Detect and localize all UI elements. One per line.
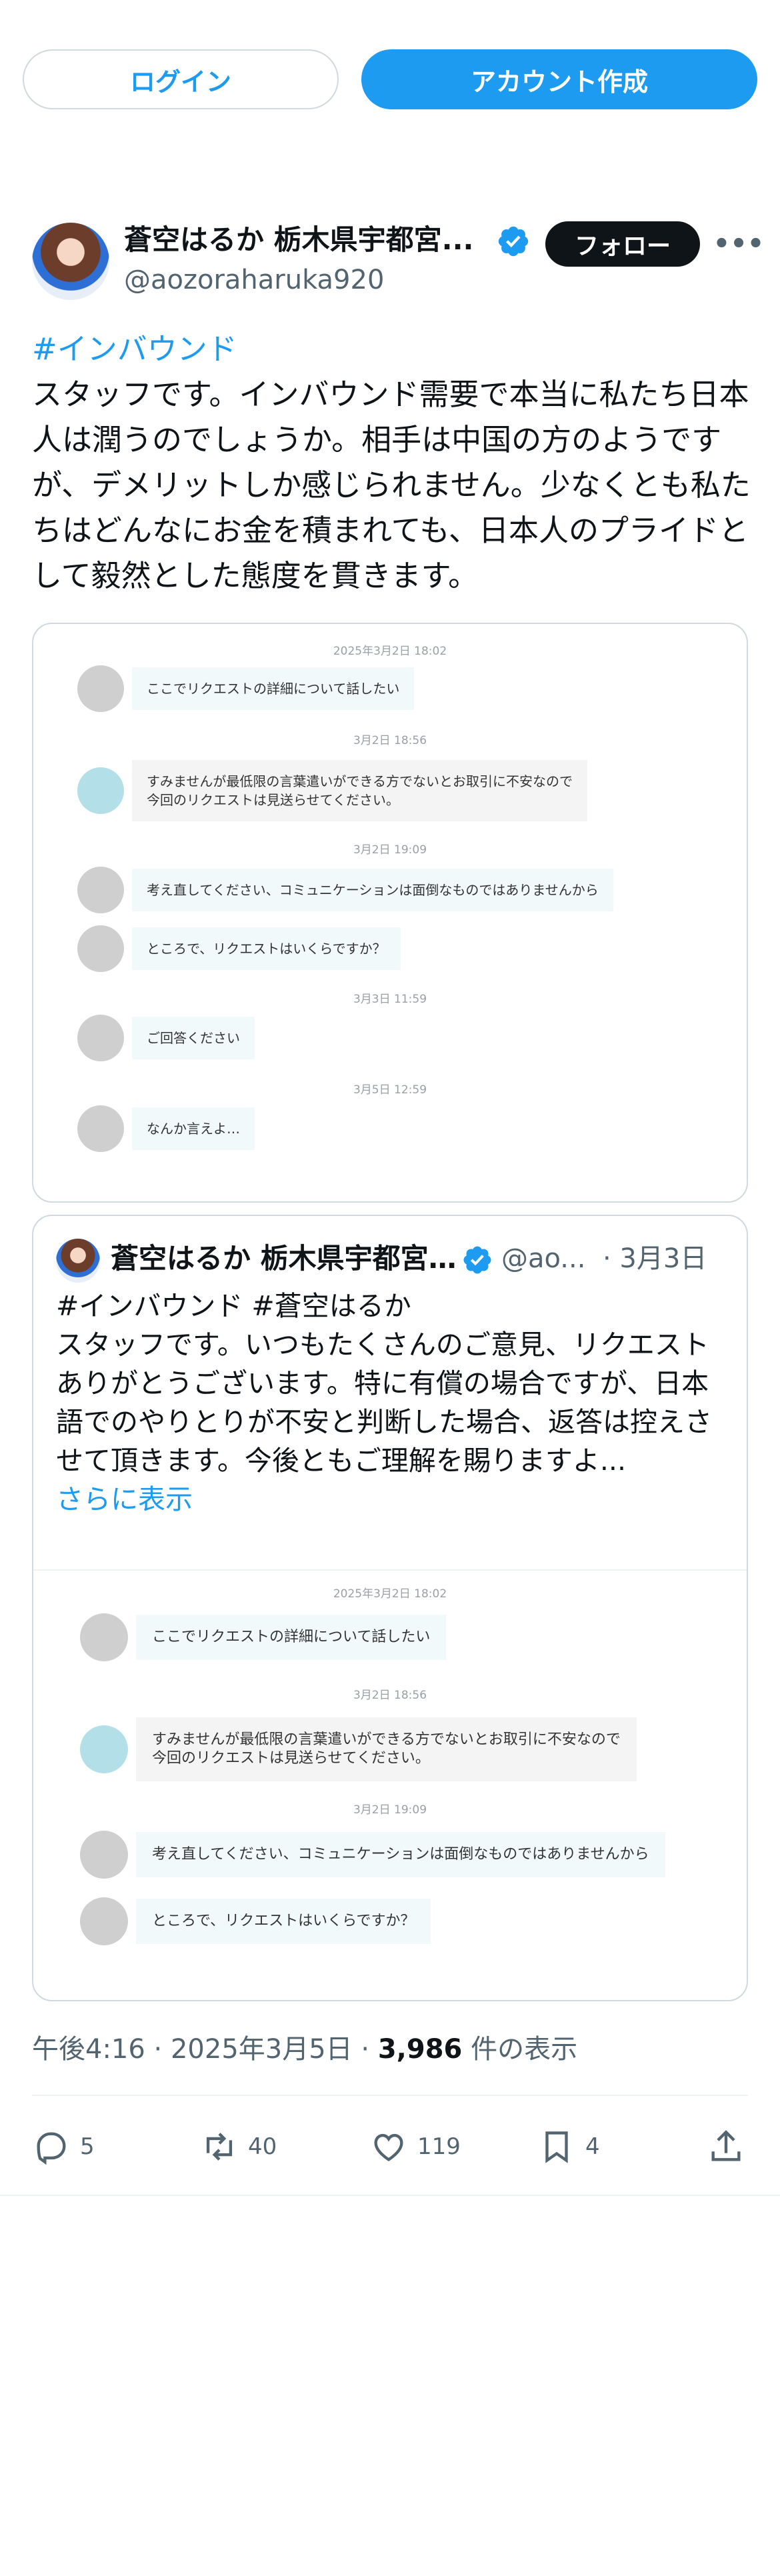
- chat-avatar: [77, 767, 124, 814]
- like-button[interactable]: 119: [369, 2120, 461, 2173]
- chat-avatar: [80, 1831, 128, 1879]
- chat-message: 考え直してください、コミュニケーションは面倒なものではありませんから: [77, 867, 613, 913]
- follow-button[interactable]: フォロー: [545, 221, 700, 267]
- chat-timestamp: 2025年3月2日 18:02: [333, 645, 447, 658]
- retweet-icon: [206, 2133, 233, 2161]
- bookmark-icon: [545, 2131, 568, 2163]
- hashtag-link[interactable]: #インバウンド: [32, 327, 752, 372]
- chat-message: ところで、リクエストはいくらですか？: [80, 1897, 431, 1945]
- chat-message: ところで、リクエストはいくらですか？: [77, 925, 401, 972]
- quote-hashtags: #インバウンド #蒼空はるか: [56, 1290, 411, 1322]
- view-label: 件の表示: [471, 2034, 578, 2065]
- chat-avatar: [77, 1015, 124, 1061]
- quote-author-handle: @ao...: [501, 1243, 586, 1274]
- reply-icon: [37, 2132, 66, 2165]
- chat-screenshot: 2025年3月2日 18:02 ここでリクエストの詳細について話したい 3月2日 1…: [33, 624, 747, 1201]
- tweet-time[interactable]: 午後4:16: [32, 2034, 145, 2065]
- chat-timestamp: 3月2日 19:09: [353, 843, 427, 857]
- chat-avatar: [80, 1897, 128, 1945]
- author-name[interactable]: 蒼空はるか 栃木県宇都宮...: [124, 220, 504, 260]
- retweet-count: 40: [248, 2133, 277, 2160]
- signup-button[interactable]: アカウント作成: [361, 49, 757, 109]
- heart-icon: [374, 2133, 403, 2161]
- chat-timestamp: 3月2日 18:56: [353, 734, 427, 747]
- tweet-text: #インバウンド スタッフです。インバウンド需要で本当に私たち日本人は潤うのでしょ…: [32, 327, 752, 599]
- tweet-image[interactable]: 2025年3月2日 18:02 ここでリクエストの詳細について話したい 3月2日 1…: [32, 623, 748, 1203]
- view-count: 3,986: [377, 2034, 463, 2065]
- divider: [32, 2095, 748, 2096]
- chat-bubble: ところで、リクエストはいくらですか？: [132, 927, 401, 970]
- chat-avatar: [80, 1613, 128, 1661]
- chat-message: すみませんが最低限の言葉遣いができる方でないとお取引に不安なので 今回のリクエス…: [80, 1717, 637, 1781]
- chat-message: ここでリクエストの詳細について話したい: [77, 665, 415, 712]
- chat-bubble: ところで、リクエストはいくらですか？: [136, 1899, 431, 1944]
- chat-timestamp: 3月2日 18:56: [353, 1689, 427, 1702]
- quote-chat-screenshot: 2025年3月2日 18:02 ここでリクエストの詳細について話したい 3月2日 1…: [33, 1571, 747, 2000]
- quote-text: #インバウンド #蒼空はるか スタッフです。いつもたくさんのご意見、リクエストあ…: [56, 1287, 729, 1519]
- show-more-link[interactable]: さらに表示: [56, 1480, 729, 1519]
- more-options-icon[interactable]: •••: [713, 221, 765, 267]
- tweet-date[interactable]: 2025年3月5日: [171, 2034, 353, 2065]
- chat-message: ここでリクエストの詳細について話したい: [80, 1613, 447, 1661]
- chat-bubble: 考え直してください、コミュニケーションは面倒なものではありませんから: [132, 869, 613, 911]
- quote-body: スタッフです。いつもたくさんのご意見、リクエストありがとうございます。特に有償の…: [56, 1329, 712, 1477]
- chat-avatar: [77, 867, 124, 913]
- reply-button[interactable]: 5: [32, 2120, 95, 2173]
- chat-timestamp: 3月2日 19:09: [353, 1803, 427, 1817]
- chat-bubble: ここでリクエストの詳細について話したい: [132, 667, 415, 710]
- quoted-tweet[interactable]: 蒼空はるか 栃木県宇都宮... @ao... · 3月3日 #インバウンド #蒼…: [32, 1215, 748, 2001]
- tweet-meta: 午後4:16 · 2025年3月5日 · 3,986 件の表示: [32, 2034, 578, 2065]
- chat-avatar: [77, 1105, 124, 1152]
- chat-bubble: すみませんが最低限の言葉遣いができる方でないとお取引に不安なので 今回のリクエス…: [136, 1717, 637, 1781]
- action-bar: 5 40 119 4: [32, 2120, 759, 2173]
- chat-timestamp: 3月3日 11:59: [353, 993, 427, 1006]
- quote-date: · 3月3日: [603, 1243, 707, 1274]
- quote-avatar: [56, 1239, 100, 1283]
- chat-timestamp: 2025年3月2日 18:02: [333, 1587, 447, 1601]
- chat-message: なんか言えよ…: [77, 1105, 255, 1152]
- tweet-author: 蒼空はるか 栃木県宇都宮... @aozoraharuka920 フォロー ••…: [32, 220, 765, 307]
- avatar[interactable]: [32, 223, 109, 300]
- chat-avatar: [77, 665, 124, 712]
- chat-avatar: [77, 925, 124, 972]
- chat-bubble: 考え直してください、コミュニケーションは面倒なものではありませんから: [136, 1832, 665, 1877]
- chat-bubble: ご回答ください: [132, 1017, 255, 1059]
- verified-badge-icon: [498, 226, 529, 257]
- chat-avatar: [80, 1725, 128, 1773]
- quote-author-name: 蒼空はるか 栃木県宇都宮...: [111, 1242, 457, 1275]
- chat-message: ご回答ください: [77, 1015, 255, 1061]
- top-bar: ログイン アカウント作成: [23, 49, 757, 109]
- reply-count: 5: [80, 2133, 95, 2160]
- bookmark-count: 4: [585, 2133, 600, 2160]
- share-button[interactable]: [707, 2120, 745, 2173]
- bookmark-button[interactable]: 4: [537, 2120, 600, 2173]
- chat-bubble: なんか言えよ…: [132, 1107, 255, 1150]
- tweet-body: スタッフです。インバウンド需要で本当に私たち日本人は潤うのでしょうか。相手は中国…: [32, 377, 751, 593]
- login-button[interactable]: ログイン: [23, 49, 339, 109]
- chat-message: すみませんが最低限の言葉遣いができる方でないとお取引に不安なので 今回のリクエス…: [77, 760, 587, 821]
- verified-badge-icon: [463, 1246, 491, 1274]
- like-count: 119: [417, 2133, 461, 2160]
- chat-message: 考え直してください、コミュニケーションは面倒なものではありませんから: [80, 1831, 665, 1879]
- share-icon: [711, 2130, 741, 2161]
- chat-timestamp: 3月5日 12:59: [353, 1083, 427, 1097]
- chat-bubble: ここでリクエストの詳細について話したい: [136, 1615, 447, 1660]
- quoted-tweet-header: 蒼空はるか 栃木県宇都宮... @ao... · 3月3日: [56, 1235, 729, 1283]
- divider: [0, 2195, 780, 2196]
- author-handle[interactable]: @aozoraharuka920: [124, 261, 384, 299]
- chat-bubble: すみませんが最低限の言葉遣いができる方でないとお取引に不安なので 今回のリクエス…: [132, 760, 587, 821]
- retweet-button[interactable]: 40: [200, 2120, 277, 2173]
